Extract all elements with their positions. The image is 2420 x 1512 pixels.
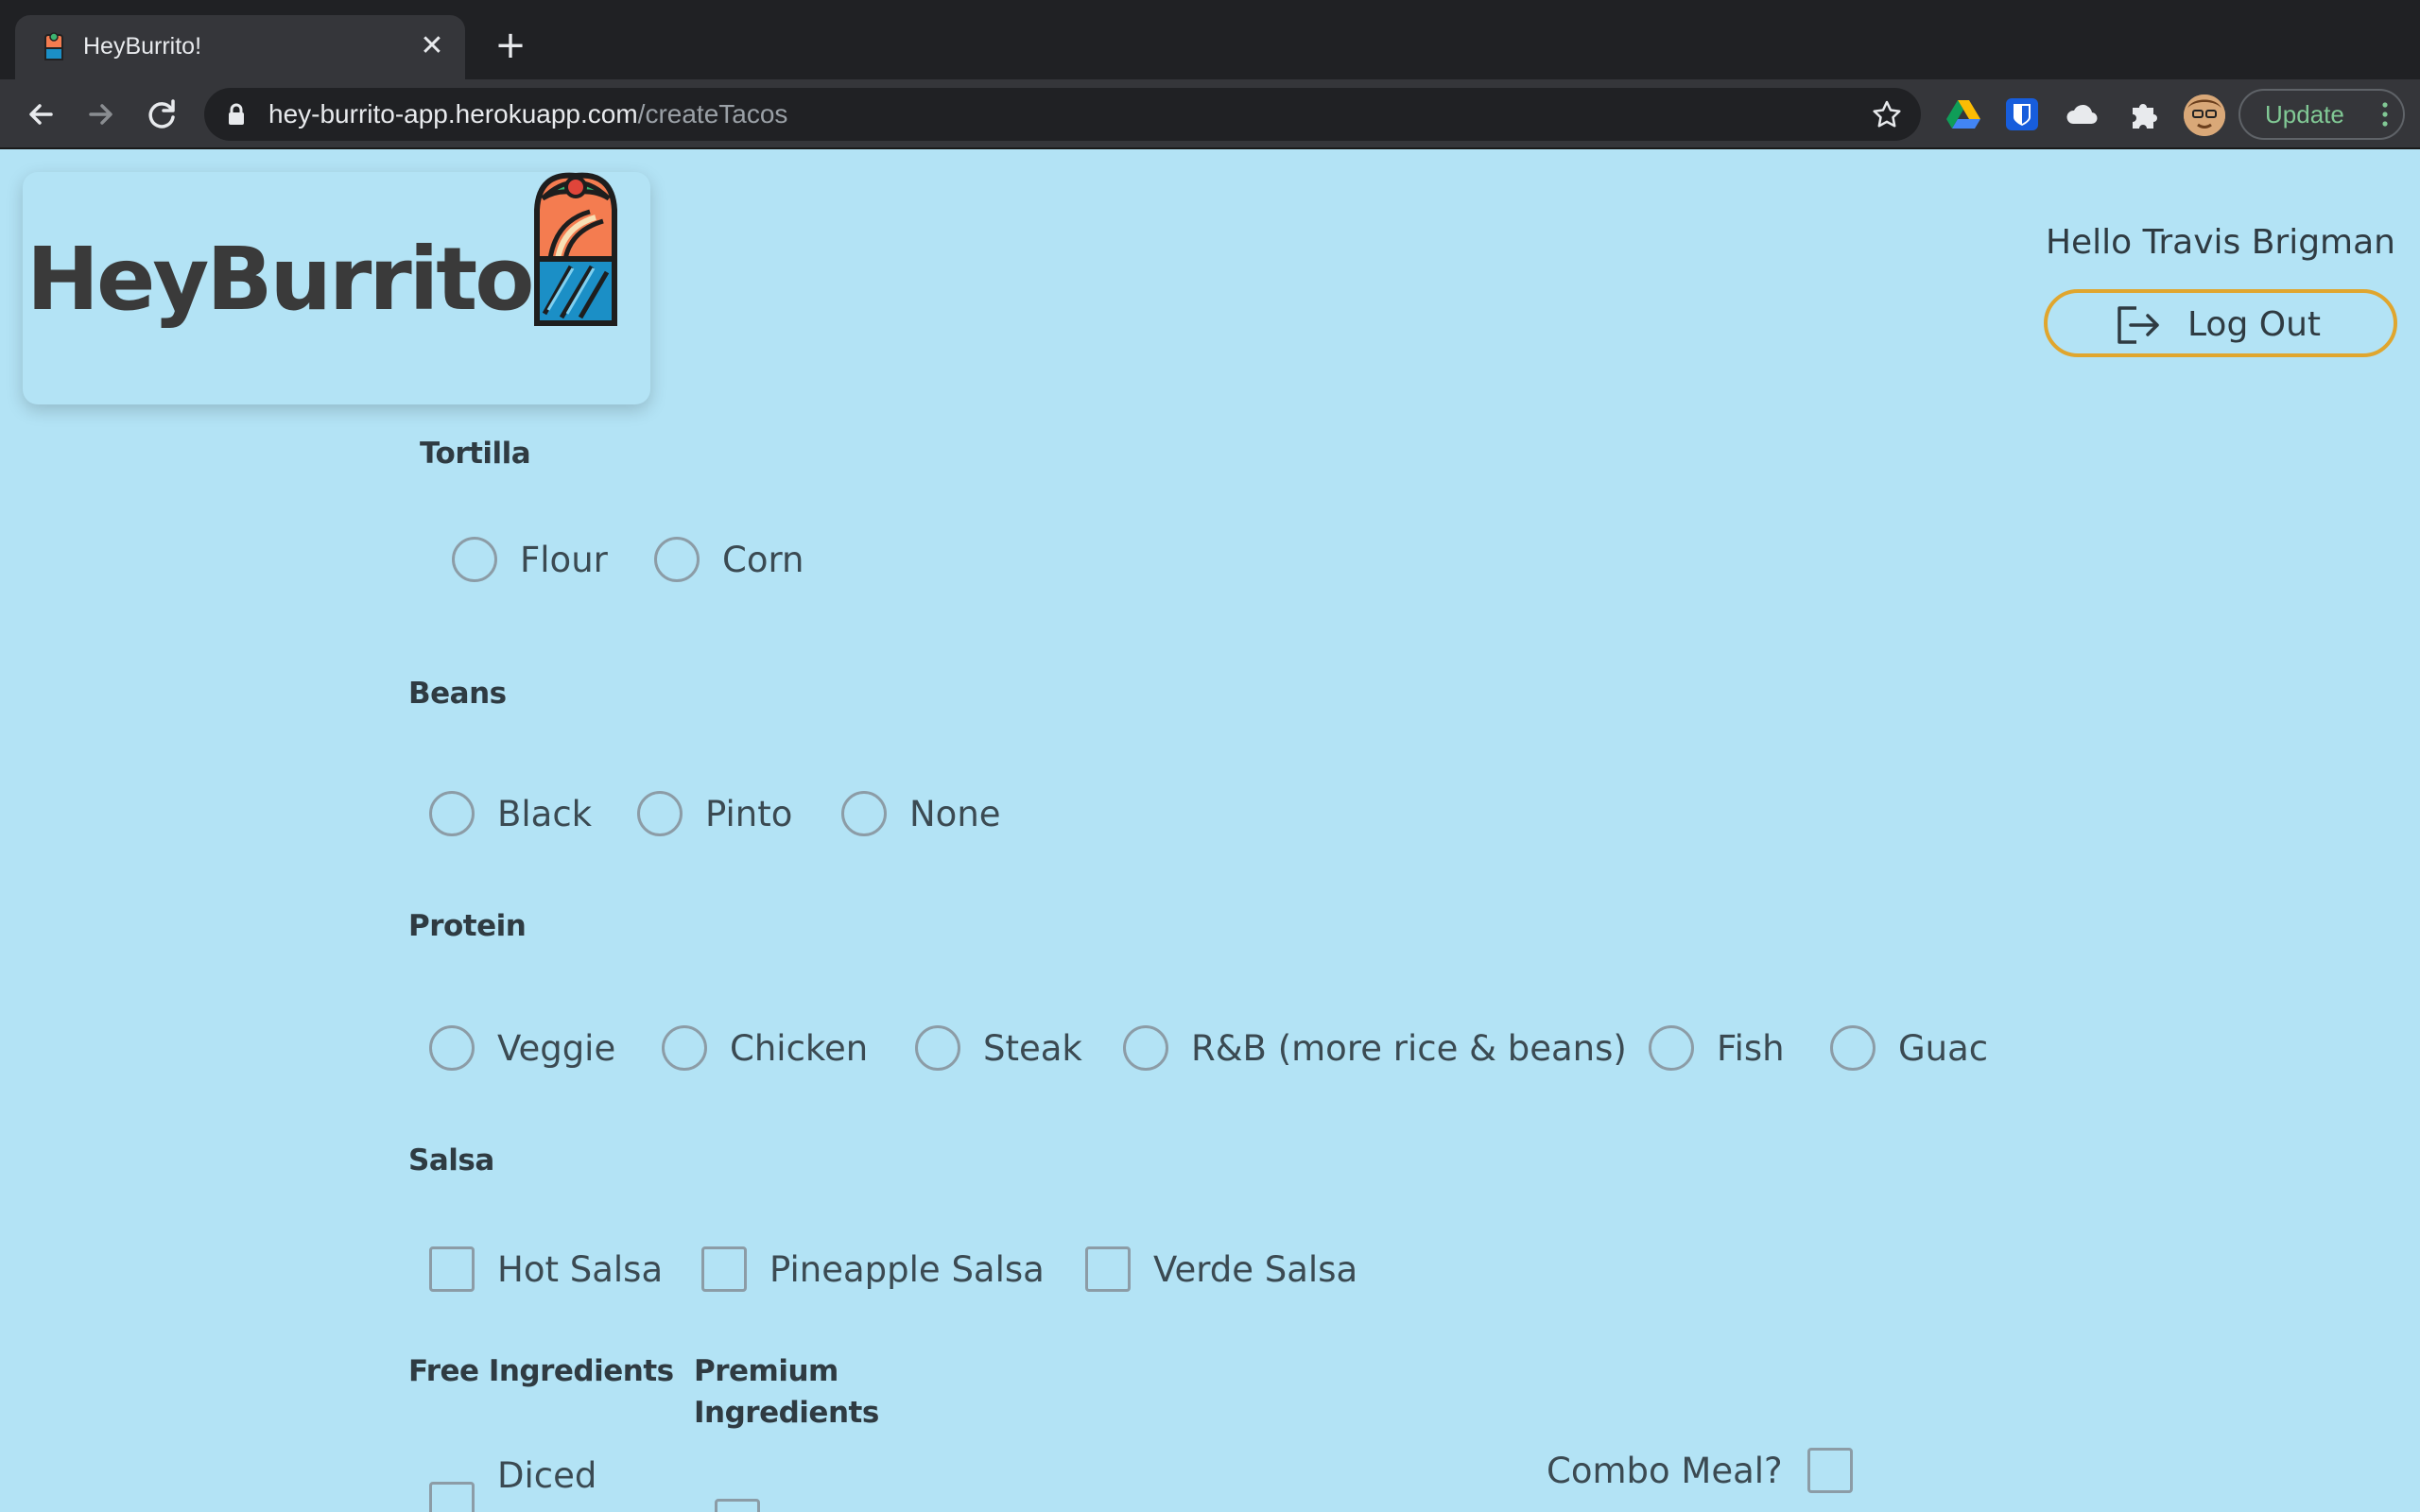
logo-card[interactable]: HeyBurrito! <box>23 172 650 404</box>
option-label: Pineapple Salsa <box>769 1248 1045 1290</box>
option-label: Guac <box>1898 1027 1989 1069</box>
url-text: hey-burrito-app.herokuapp.com/createTaco… <box>268 97 787 131</box>
salsa-option-verde[interactable]: Verde Salsa <box>1085 1246 1357 1292</box>
combo-meal-label: Combo Meal? <box>1547 1450 1783 1491</box>
forward-icon[interactable] <box>81 94 121 134</box>
address-bar[interactable]: hey-burrito-app.herokuapp.com/createTaco… <box>204 88 1921 141</box>
option-label: Veggie <box>497 1027 616 1069</box>
cloud-icon[interactable] <box>2065 96 2100 132</box>
logout-label: Log Out <box>2187 305 2322 344</box>
close-tab-icon[interactable]: ✕ <box>416 30 448 62</box>
radio-button[interactable] <box>662 1025 707 1071</box>
protein-option-rb[interactable]: R&B (more rice & beans) <box>1123 1025 1627 1071</box>
radio-button[interactable] <box>1830 1025 1876 1071</box>
radio-button[interactable] <box>841 791 887 836</box>
salsa-heading: Salsa <box>408 1143 494 1177</box>
beans-option-none[interactable]: None <box>841 791 1001 836</box>
tortilla-heading: Tortilla <box>420 437 531 471</box>
bitwarden-icon[interactable] <box>2004 96 2040 132</box>
checkbox[interactable] <box>1806 1448 1853 1493</box>
beans-heading: Beans <box>408 677 507 711</box>
option-label: Hot Salsa <box>497 1248 664 1290</box>
radio-button[interactable] <box>915 1025 960 1071</box>
option-label: Diced <box>497 1455 597 1496</box>
beans-option-pinto[interactable]: Pinto <box>637 791 792 836</box>
logout-icon <box>2118 306 2159 344</box>
avatar-face-icon <box>2184 94 2225 136</box>
option-label: Chicken <box>730 1027 869 1069</box>
option-label: Black <box>497 793 593 834</box>
url-path: /createTacos <box>637 99 788 129</box>
star-icon[interactable] <box>1872 99 1902 129</box>
combo-meal-option[interactable]: Combo Meal? <box>1547 1448 1853 1493</box>
protein-heading: Protein <box>408 909 527 943</box>
lock-icon <box>229 103 244 125</box>
radio-button[interactable] <box>654 537 700 582</box>
url-domain: hey-burrito-app.herokuapp.com <box>268 99 638 129</box>
radio-button[interactable] <box>452 537 497 582</box>
tortilla-option-flour[interactable]: Flour <box>452 537 608 582</box>
option-label: R&B (more rice & beans) <box>1191 1027 1627 1069</box>
premium-ingredients-heading-line2: Ingredients <box>694 1396 879 1430</box>
checkbox[interactable] <box>701 1246 747 1292</box>
salsa-option-hot[interactable]: Hot Salsa <box>429 1246 663 1292</box>
protein-option-veggie[interactable]: Veggie <box>429 1025 615 1071</box>
update-label: Update <box>2265 100 2344 129</box>
option-label: None <box>909 793 1001 834</box>
browser-tab[interactable]: HeyBurrito! ✕ <box>15 15 465 79</box>
checkbox[interactable] <box>429 1246 475 1292</box>
checkbox[interactable] <box>1085 1246 1131 1292</box>
option-label: Verde Salsa <box>1153 1248 1358 1290</box>
burrito-logo-icon <box>534 172 617 326</box>
option-label: Pinto <box>705 793 793 834</box>
logout-button[interactable]: Log Out <box>2044 289 2397 357</box>
radio-button[interactable] <box>1123 1025 1168 1071</box>
free-ingredients-heading: Free Ingredients <box>408 1354 674 1388</box>
menu-dots-icon <box>2382 102 2388 127</box>
google-drive-icon[interactable] <box>1945 96 1981 132</box>
user-greeting: Hello Travis Brigman <box>2045 223 2395 262</box>
browser-toolbar: hey-burrito-app.herokuapp.com/createTaco… <box>0 79 2420 149</box>
beans-option-black[interactable]: Black <box>429 791 592 836</box>
radio-button[interactable] <box>429 1025 475 1071</box>
radio-button[interactable] <box>1649 1025 1694 1071</box>
profile-avatar[interactable] <box>2184 94 2225 136</box>
option-label: Fish <box>1717 1027 1785 1069</box>
burrito-favicon-icon <box>44 32 63 60</box>
radio-button[interactable] <box>637 791 683 836</box>
protein-option-guac[interactable]: Guac <box>1830 1025 1988 1071</box>
reload-icon[interactable] <box>142 94 182 134</box>
tortilla-option-corn[interactable]: Corn <box>654 537 804 582</box>
premium-ingredient-checkbox[interactable] <box>715 1499 760 1512</box>
logo-text: HeyBurrito! <box>26 229 571 330</box>
protein-option-fish[interactable]: Fish <box>1649 1025 1785 1071</box>
radio-button[interactable] <box>429 791 475 836</box>
update-button[interactable]: Update <box>2238 89 2405 140</box>
salsa-option-pineapple[interactable]: Pineapple Salsa <box>701 1246 1045 1292</box>
option-label: Steak <box>983 1027 1082 1069</box>
premium-ingredients-heading-line1: Premium <box>694 1354 838 1388</box>
browser-tab-bar: HeyBurrito! ✕ + <box>0 0 2420 79</box>
tab-title: HeyBurrito! <box>83 33 202 60</box>
checkbox[interactable] <box>429 1482 475 1512</box>
free-ingredient-option-diced[interactable]: Diced <box>429 1455 596 1512</box>
new-tab-icon[interactable]: + <box>492 26 529 64</box>
protein-option-chicken[interactable]: Chicken <box>662 1025 868 1071</box>
option-label: Flour <box>520 539 608 580</box>
extensions-icon[interactable] <box>2125 96 2161 132</box>
back-icon[interactable] <box>21 94 60 134</box>
option-label: Corn <box>722 539 804 580</box>
protein-option-steak[interactable]: Steak <box>915 1025 1082 1071</box>
